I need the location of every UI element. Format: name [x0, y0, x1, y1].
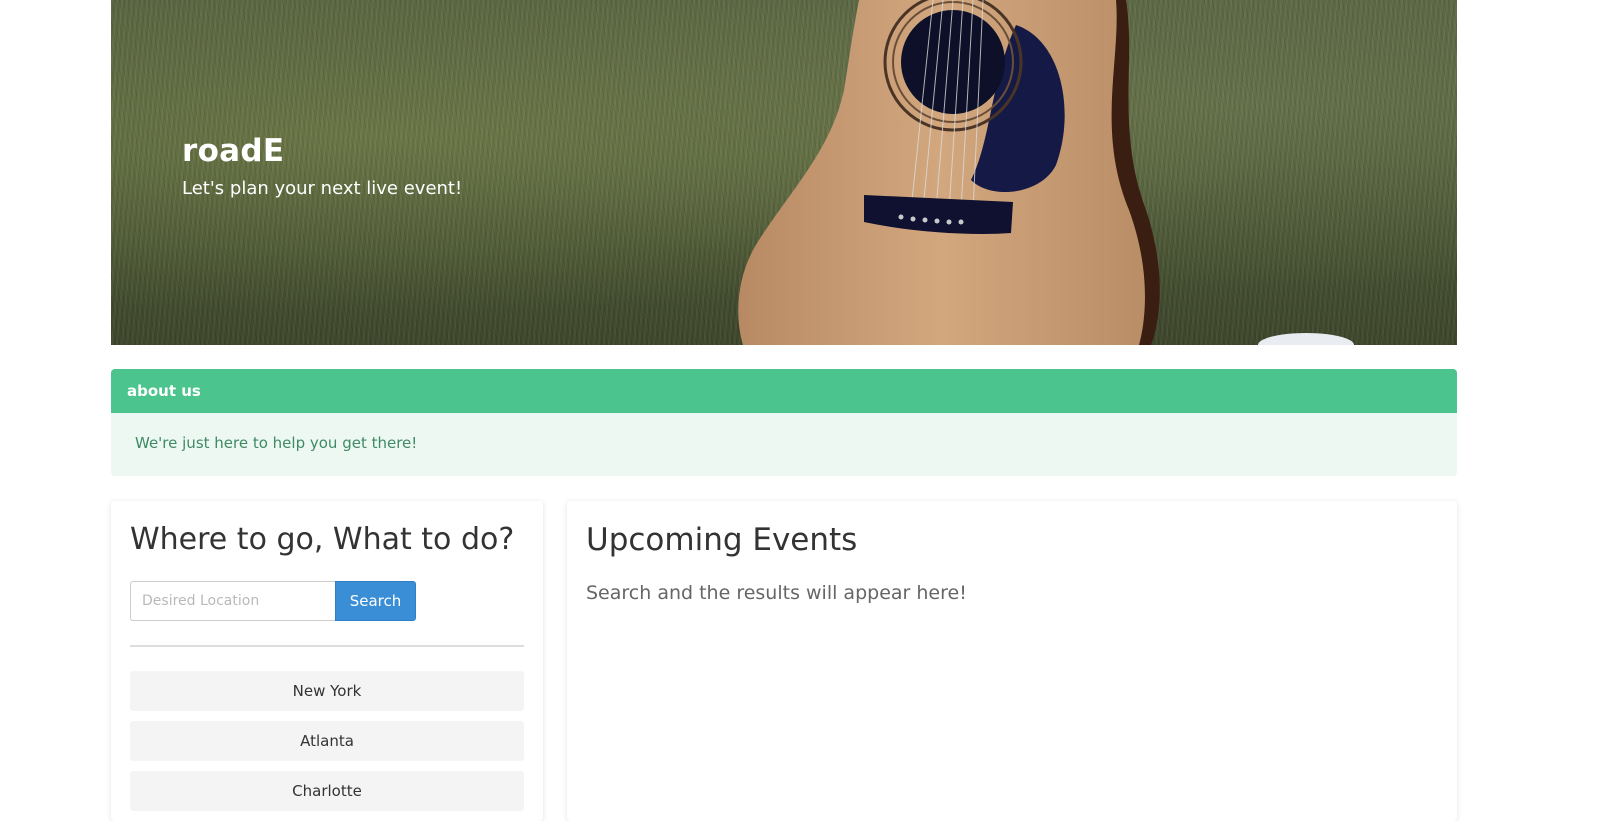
- about-panel: about us We're just here to help you get…: [111, 369, 1457, 476]
- site-tagline: Let's plan your next live event!: [182, 178, 463, 199]
- guitar-image: [738, 0, 1354, 345]
- events-card-title: Upcoming Events: [586, 522, 858, 558]
- about-heading: about us: [111, 369, 1457, 413]
- city-button-charlotte[interactable]: Charlotte: [130, 771, 524, 811]
- city-button-new-york[interactable]: New York: [130, 671, 524, 711]
- divider: [130, 645, 524, 647]
- page-container: roadE Let's plan your next live event! a…: [111, 0, 1457, 821]
- about-text: We're just here to help you get there!: [135, 434, 418, 452]
- hero-banner: roadE Let's plan your next live event!: [111, 0, 1457, 345]
- search-form: Search: [130, 581, 416, 621]
- city-list: New York Atlanta Charlotte: [130, 671, 524, 821]
- events-card: Upcoming Events Search and the results w…: [567, 501, 1457, 821]
- results-placeholder: Search and the results will appear here!: [586, 582, 967, 604]
- site-title: roadE: [182, 133, 285, 169]
- search-card: Where to go, What to do? Search New York…: [111, 501, 543, 821]
- city-button-atlanta[interactable]: Atlanta: [130, 721, 524, 761]
- search-button[interactable]: Search: [335, 581, 416, 621]
- search-card-title: Where to go, What to do?: [130, 522, 515, 557]
- location-search-input[interactable]: [130, 581, 335, 621]
